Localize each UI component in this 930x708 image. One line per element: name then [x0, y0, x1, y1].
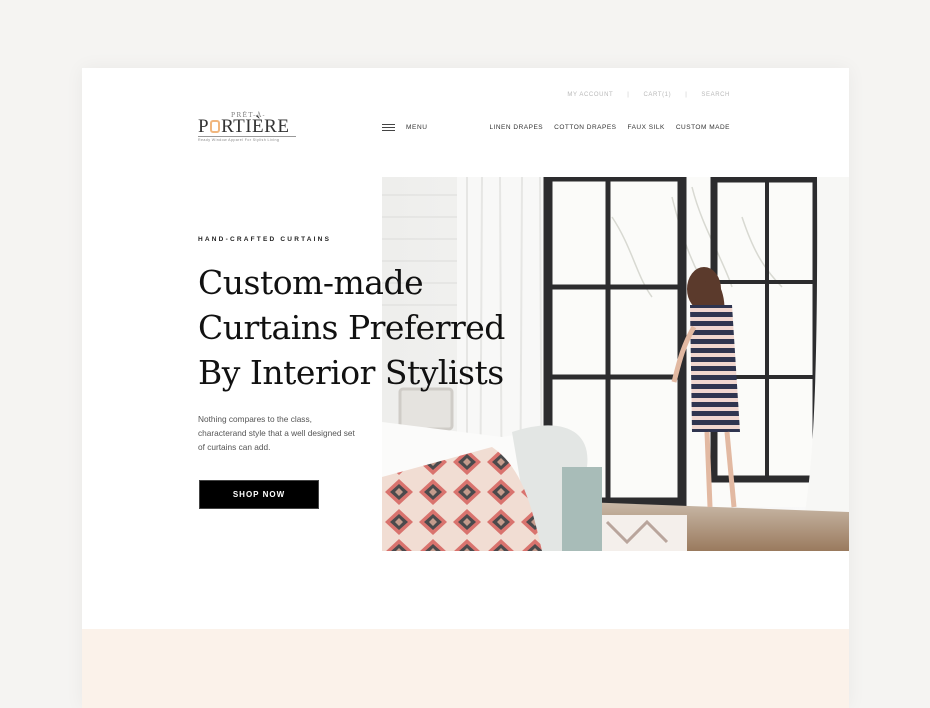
hero-description: Nothing compares to the class, character… — [198, 414, 355, 452]
nav-linen-drapes[interactable]: LINEN DRAPES — [489, 124, 543, 131]
logo-tagline: Ready Window Apparel For Stylish Living — [198, 138, 280, 142]
nav-cotton-drapes[interactable]: COTTON DRAPES — [554, 124, 616, 131]
brand-logo[interactable]: PRÊT-À- P RTIÈRE Ready Window Apparel For… — [198, 112, 298, 144]
headline-line: By Interior Stylists — [198, 353, 504, 392]
headline-line: Curtains Preferred — [198, 308, 505, 347]
logo-wordmark: P RTIÈRE — [198, 116, 290, 137]
headline-line: Custom-made — [198, 263, 424, 302]
menu-button[interactable]: MENU — [382, 124, 428, 131]
next-section-band — [82, 629, 849, 708]
nav-custom-made[interactable]: CUSTOM MADE — [676, 124, 730, 131]
main-nav: LINEN DRAPES COTTON DRAPES FAUX SILK CUS… — [489, 124, 730, 131]
hero-headline: Custom-made Curtains Preferred By Interi… — [198, 260, 518, 395]
logo-rule — [198, 136, 296, 137]
hero-eyebrow: HAND-CRAFTED CURTAINS — [198, 236, 332, 243]
shop-now-button[interactable]: SHOP NOW — [199, 480, 319, 509]
nav-separator: | — [685, 92, 688, 98]
website-page: MY ACCOUNT | CART(1) | SEARCH PRÊT-À- PR… — [82, 68, 849, 708]
cart-link[interactable]: CART(1) — [643, 92, 671, 98]
hamburger-icon — [382, 124, 395, 131]
my-account-link[interactable]: MY ACCOUNT — [567, 92, 613, 98]
utility-nav: MY ACCOUNT | CART(1) | SEARCH — [567, 92, 730, 98]
nav-faux-silk[interactable]: FAUX SILK — [627, 124, 664, 131]
menu-label: MENU — [406, 124, 428, 131]
logo-o-mark-icon — [210, 120, 221, 133]
search-link[interactable]: SEARCH — [701, 92, 730, 98]
nav-separator: | — [627, 92, 630, 98]
